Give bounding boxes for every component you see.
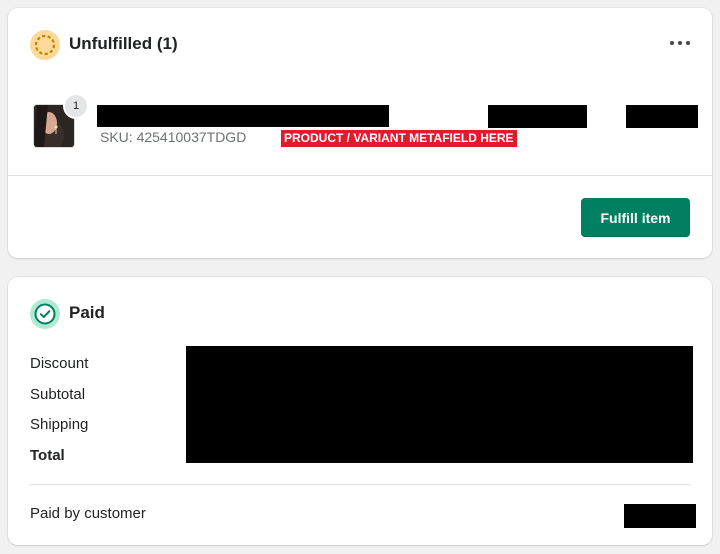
subtotal-label: Subtotal [30,386,86,403]
redacted-payment-summary [186,346,693,463]
redacted-unit-price [488,105,587,128]
checkmark-circle-icon [30,299,60,329]
unfulfilled-title: Unfulfilled (1) [69,34,178,53]
paid-by-customer-label: Paid by customer [30,505,146,522]
discount-label: Discount [30,355,89,372]
unfulfilled-card: Unfulfilled (1) 1 SKU: 425410037TDGD PRO… [8,8,712,258]
dot [678,41,682,45]
paid-card: Paid Discount Subtotal Shipping Total Pa… [8,277,712,545]
redacted-product-title[interactable] [97,105,389,127]
fulfill-item-button[interactable]: Fulfill item [581,198,690,237]
divider [30,484,690,485]
dot [686,41,690,45]
sku-text: SKU: 425410037TDGD [100,129,247,145]
divider [8,175,712,176]
more-actions-button[interactable] [668,34,692,52]
metafield-label: PRODUCT / VARIANT METAFIELD HERE [281,130,517,147]
incomplete-circle-icon [30,30,60,60]
quantity-badge: 1 [63,93,89,119]
paid-title: Paid [69,303,105,322]
horizontal-dots-icon [670,41,674,45]
total-label: Total [30,447,65,464]
redacted-line-total [626,105,698,128]
redacted-paid-amount [624,504,696,528]
shipping-label: Shipping [30,416,89,433]
